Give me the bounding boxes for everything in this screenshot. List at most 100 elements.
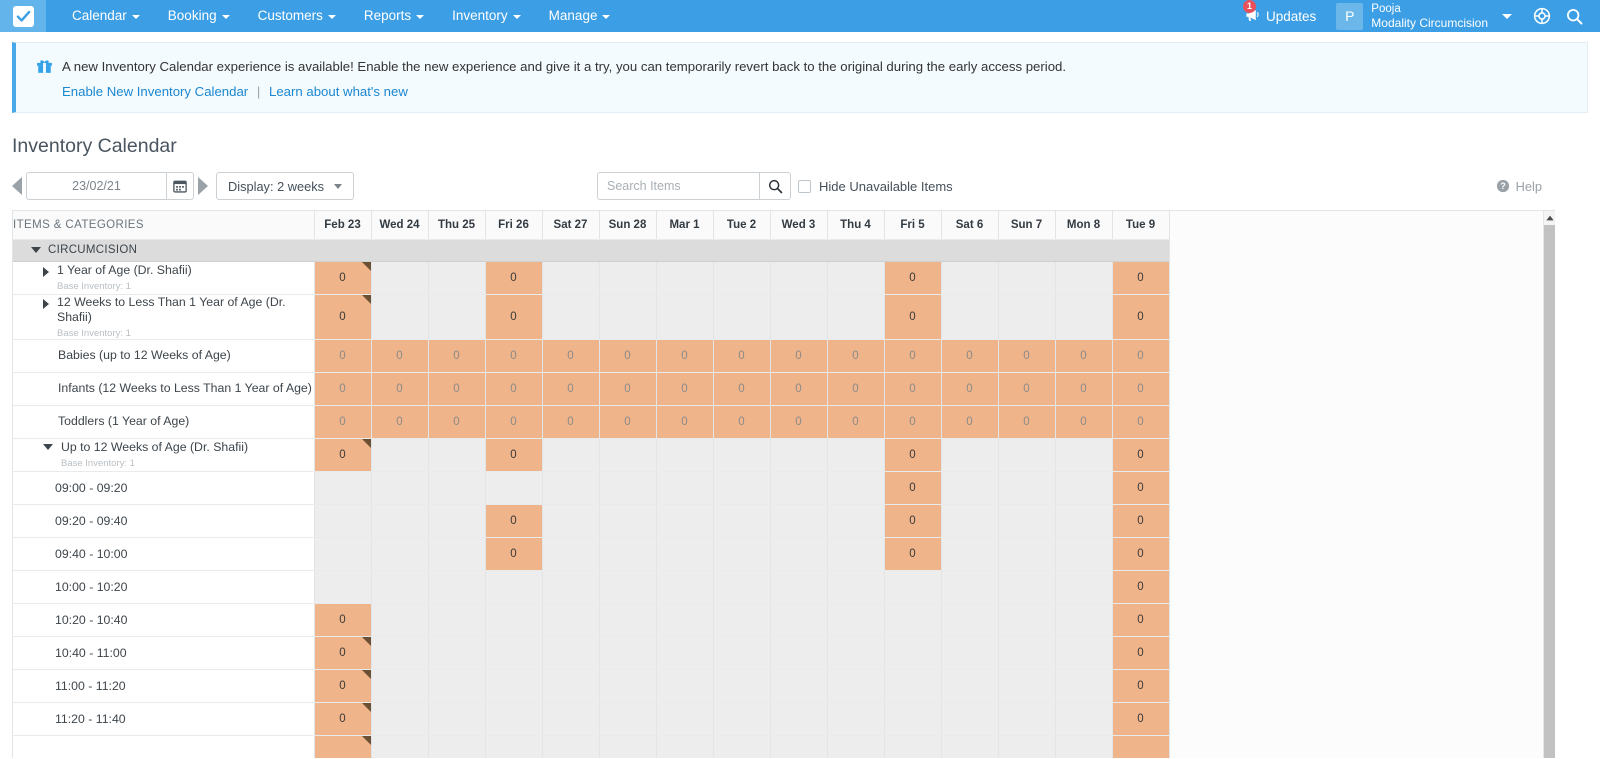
inventory-cell[interactable]	[998, 471, 1056, 505]
inventory-cell[interactable]: 0	[485, 405, 543, 439]
inventory-cell[interactable]: 0	[485, 537, 543, 571]
inventory-cell[interactable]	[542, 471, 600, 505]
inventory-cell[interactable]: 0	[1112, 537, 1170, 571]
inventory-cell[interactable]: 0	[884, 537, 942, 571]
inventory-cell[interactable]	[656, 438, 714, 472]
inventory-cell[interactable]	[1055, 735, 1113, 758]
inventory-cell[interactable]	[827, 471, 885, 505]
inventory-cell[interactable]	[770, 438, 828, 472]
inventory-cell[interactable]: 0	[713, 339, 771, 373]
inventory-cell[interactable]	[599, 261, 657, 295]
inventory-cell[interactable]	[599, 504, 657, 538]
inventory-cell[interactable]: 0	[998, 372, 1056, 406]
inventory-cell[interactable]	[941, 702, 999, 736]
inventory-cell[interactable]	[713, 636, 771, 670]
inventory-cell[interactable]: 0	[485, 372, 543, 406]
inventory-cell[interactable]	[884, 702, 942, 736]
inventory-cell[interactable]: 0	[314, 405, 372, 439]
inventory-cell[interactable]	[827, 735, 885, 758]
inventory-cell[interactable]: 0	[1112, 438, 1170, 472]
hide-unavailable-checkbox[interactable]	[798, 179, 811, 193]
inventory-cell[interactable]	[542, 537, 600, 571]
inventory-cell[interactable]: 0	[827, 405, 885, 439]
row-label-cell[interactable]: Infants (12 Weeks to Less Than 1 Year of…	[13, 372, 315, 406]
inventory-cell[interactable]	[314, 471, 372, 505]
inventory-cell[interactable]	[656, 702, 714, 736]
inventory-cell[interactable]	[827, 603, 885, 637]
row-label-cell[interactable]: 10:40 - 11:00	[13, 636, 315, 670]
inventory-cell[interactable]	[485, 669, 543, 703]
inventory-cell[interactable]	[770, 603, 828, 637]
inventory-cell[interactable]	[941, 603, 999, 637]
category-row[interactable]: CIRCUMCISION	[13, 239, 1169, 262]
inventory-cell[interactable]	[542, 261, 600, 295]
inventory-cell[interactable]	[314, 537, 372, 571]
inventory-cell[interactable]	[1055, 438, 1113, 472]
inventory-cell[interactable]	[713, 669, 771, 703]
inventory-cell[interactable]	[713, 702, 771, 736]
inventory-cell[interactable]	[941, 570, 999, 604]
inventory-cell[interactable]	[371, 669, 429, 703]
inventory-cell[interactable]	[827, 537, 885, 571]
inventory-cell[interactable]	[542, 636, 600, 670]
caret-right-icon[interactable]	[43, 298, 49, 309]
inventory-cell[interactable]	[428, 261, 486, 295]
inventory-cell[interactable]: 0	[371, 339, 429, 373]
inventory-cell[interactable]	[941, 669, 999, 703]
inventory-cell[interactable]	[428, 504, 486, 538]
inventory-cell[interactable]	[428, 735, 486, 758]
inventory-cell[interactable]	[656, 735, 714, 758]
inventory-cell[interactable]	[656, 537, 714, 571]
inventory-cell[interactable]	[884, 669, 942, 703]
inventory-cell[interactable]	[884, 735, 942, 758]
caret-down-icon[interactable]	[31, 247, 41, 253]
inventory-cell[interactable]	[542, 669, 600, 703]
row-label-cell[interactable]: Babies (up to 12 Weeks of Age)	[13, 339, 315, 373]
inventory-cell[interactable]: 0	[314, 669, 372, 703]
inventory-cell[interactable]	[656, 261, 714, 295]
date-input[interactable]	[26, 172, 166, 200]
inventory-cell[interactable]: 0	[656, 372, 714, 406]
inventory-cell[interactable]	[371, 504, 429, 538]
search-input[interactable]	[597, 172, 759, 200]
inventory-cell[interactable]	[542, 570, 600, 604]
nav-item-reports[interactable]: Reports	[350, 0, 438, 32]
inventory-cell[interactable]: 0	[884, 372, 942, 406]
inventory-cell[interactable]	[941, 261, 999, 295]
inventory-cell[interactable]: 0	[428, 372, 486, 406]
inventory-cell[interactable]	[713, 261, 771, 295]
inventory-cell[interactable]	[827, 261, 885, 295]
inventory-cell[interactable]	[713, 504, 771, 538]
row-label-cell[interactable]: 11:00 - 11:20	[13, 669, 315, 703]
enable-new-inventory-calendar-link[interactable]: Enable New Inventory Calendar	[62, 84, 248, 99]
inventory-cell[interactable]: 0	[713, 372, 771, 406]
category-cell[interactable]: CIRCUMCISION	[13, 239, 1169, 262]
inventory-cell[interactable]: 0	[485, 294, 543, 340]
nav-item-inventory[interactable]: Inventory	[438, 0, 535, 32]
inventory-cell[interactable]: 0	[1112, 471, 1170, 505]
inventory-cell[interactable]	[770, 636, 828, 670]
inventory-cell[interactable]	[314, 570, 372, 604]
inventory-cell[interactable]: 0	[485, 504, 543, 538]
inventory-cell[interactable]: 0	[1112, 570, 1170, 604]
inventory-cell[interactable]: 0	[542, 339, 600, 373]
inventory-cell[interactable]: 0	[656, 405, 714, 439]
inventory-cell[interactable]	[998, 702, 1056, 736]
inventory-cell[interactable]	[428, 537, 486, 571]
inventory-cell[interactable]: 0	[884, 294, 942, 340]
inventory-cell[interactable]	[599, 471, 657, 505]
inventory-cell[interactable]	[998, 438, 1056, 472]
nav-item-calendar[interactable]: Calendar	[58, 0, 154, 32]
day-header[interactable]: Wed 24	[371, 211, 429, 240]
row-label-cell[interactable]: 11:20 - 11:40	[13, 702, 315, 736]
row-label-cell[interactable]	[13, 735, 315, 758]
inventory-cell[interactable]	[599, 636, 657, 670]
inventory-cell[interactable]	[998, 504, 1056, 538]
inventory-cell[interactable]: 0	[314, 636, 372, 670]
inventory-cell[interactable]	[713, 471, 771, 505]
inventory-cell[interactable]	[770, 735, 828, 758]
inventory-cell[interactable]	[428, 294, 486, 340]
inventory-cell[interactable]	[599, 438, 657, 472]
inventory-cell[interactable]	[599, 669, 657, 703]
day-header[interactable]: Mar 1	[656, 211, 714, 240]
